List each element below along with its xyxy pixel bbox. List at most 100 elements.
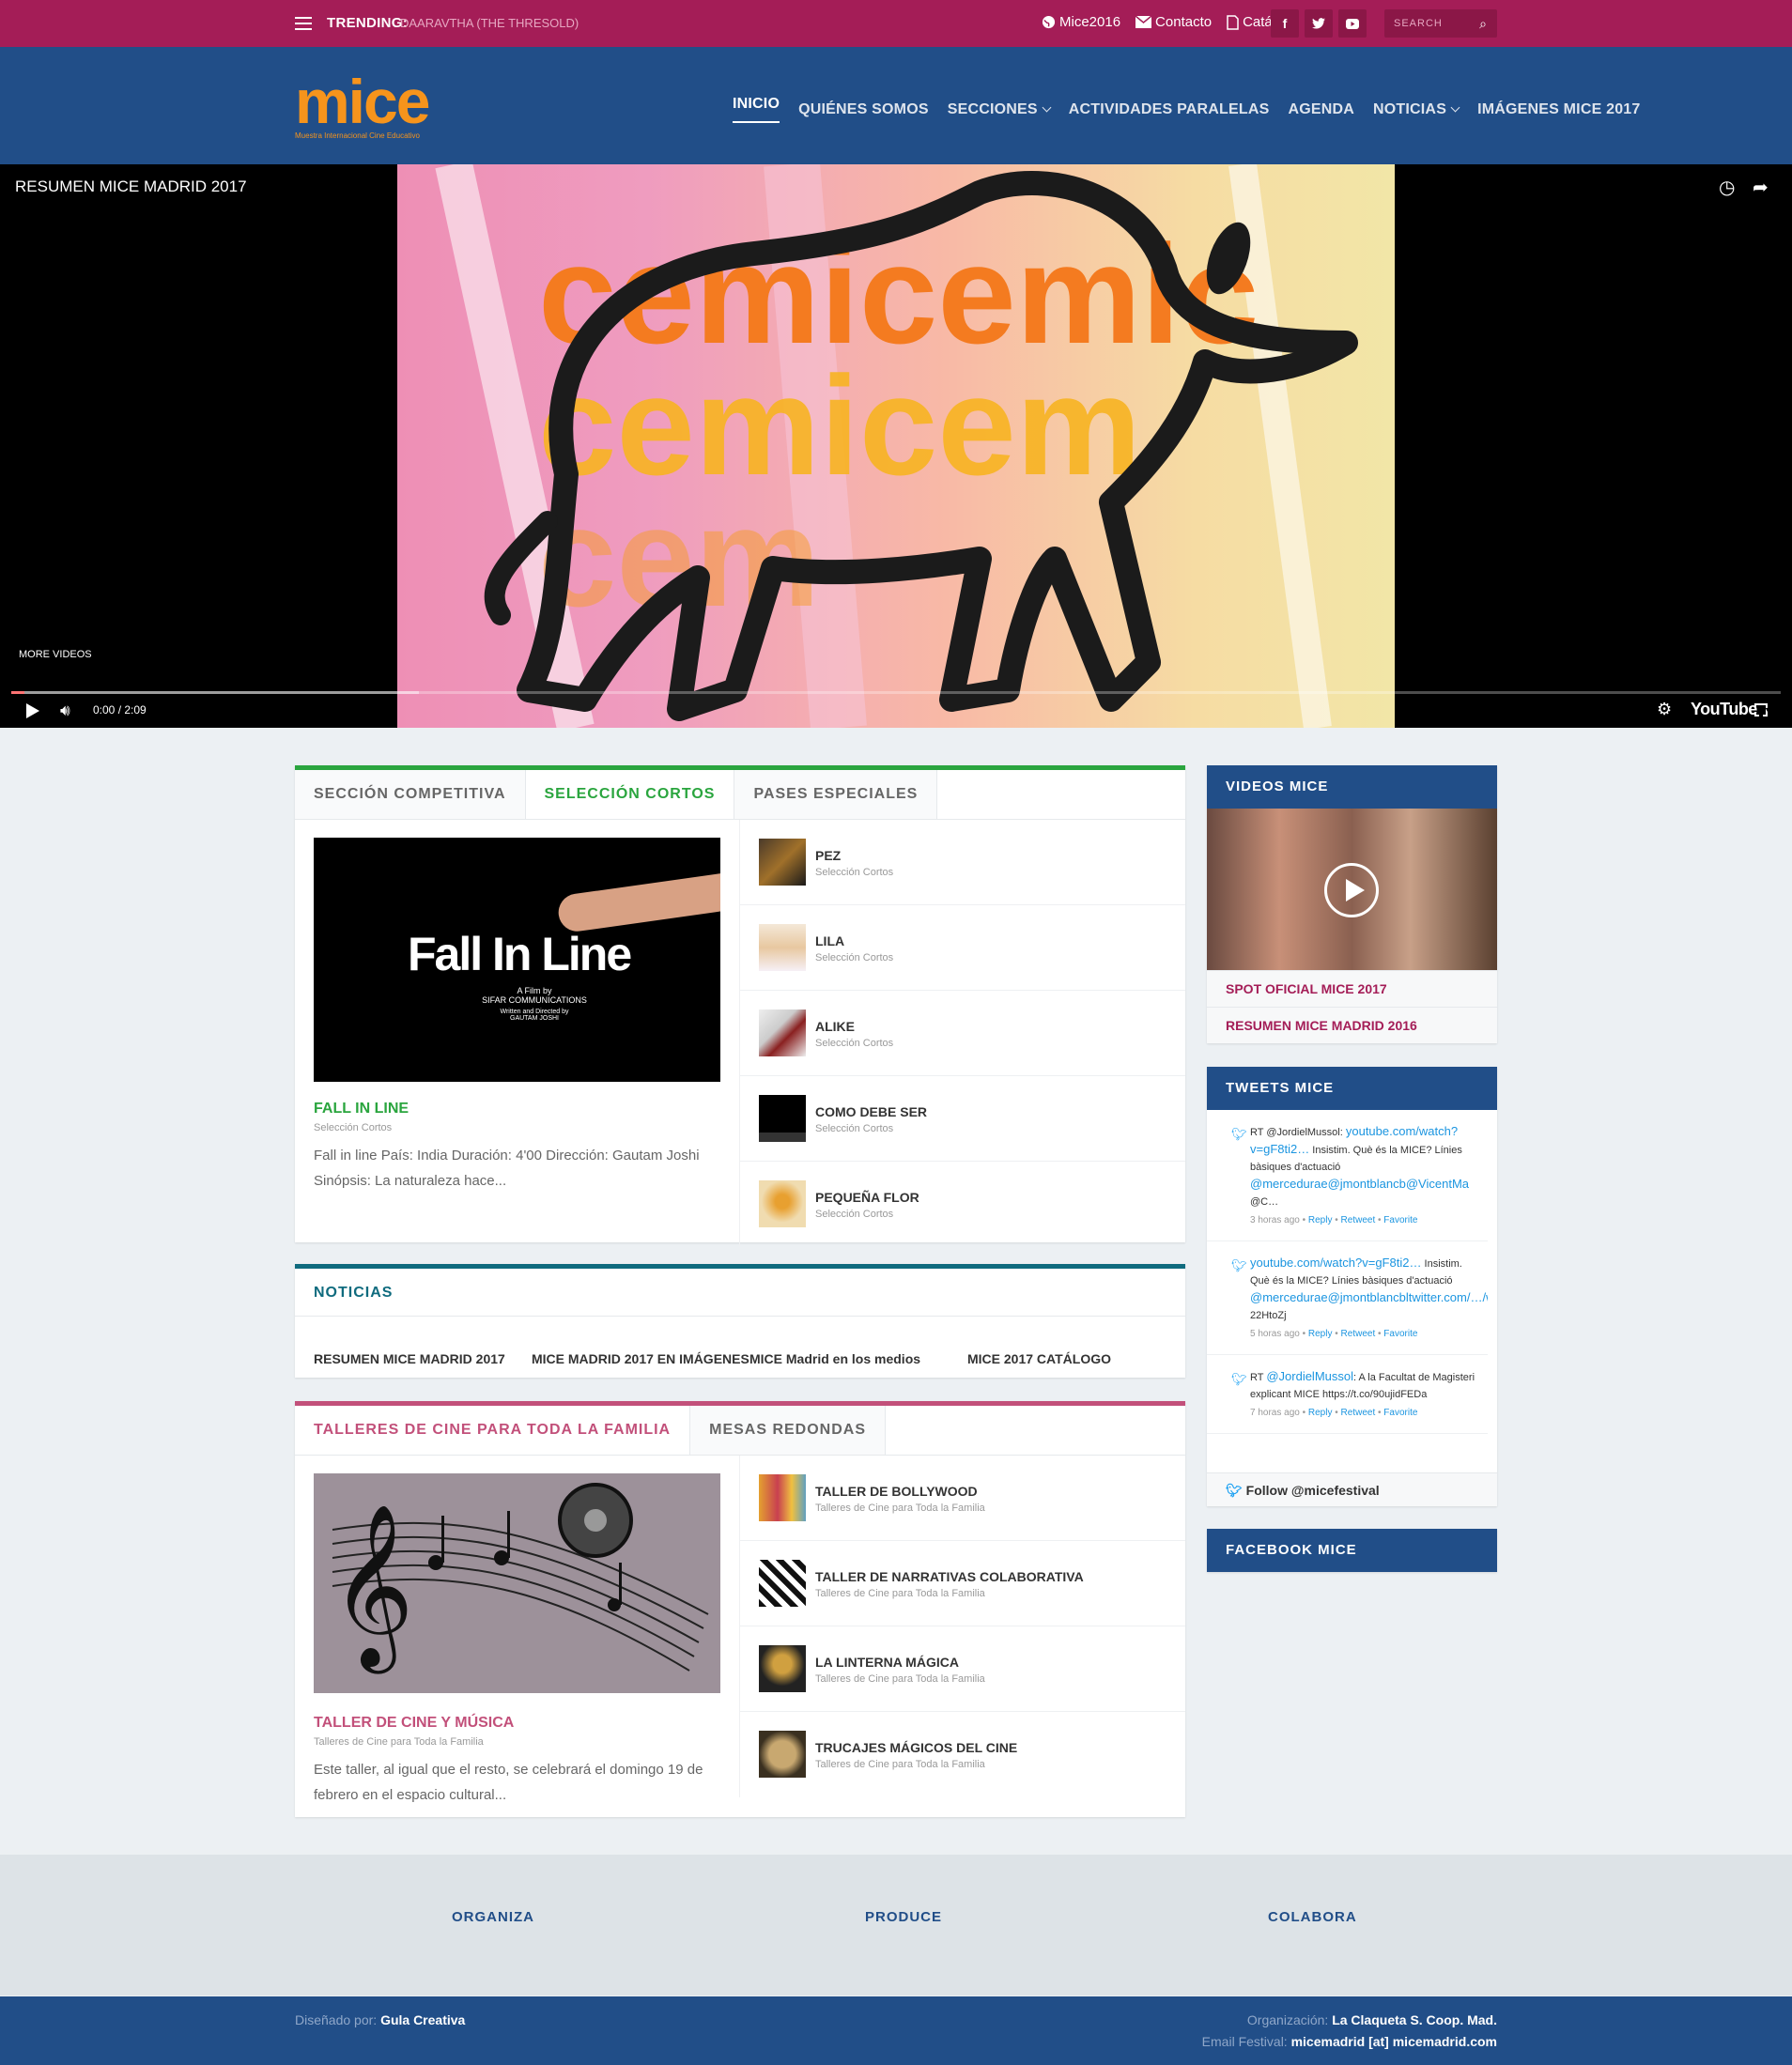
more-videos-button[interactable]: MORE VIDEOS [19, 649, 92, 660]
list-item[interactable]: PEQUEÑA FLOR Selección Cortos [739, 1162, 1185, 1247]
noticias-panel: NOTICIAS RESUMEN MICE MADRID 2017 MICE M… [295, 1264, 1185, 1378]
thumbnail[interactable] [759, 924, 806, 971]
list-item[interactable]: TALLER DE BOLLYWOOD Talleres de Cine para… [739, 1456, 1185, 1541]
list-item[interactable]: TRUCAJES MÁGICOS DEL CINE Talleres de Cin… [739, 1712, 1185, 1797]
news-link[interactable]: MICE MADRID 2017 EN IMÁGENES [532, 1351, 749, 1366]
tab-mesas-redondas[interactable]: MESAS REDONDAS [690, 1406, 887, 1455]
trending-link[interactable]: DAARAVTHA (THE THRESOLD) [400, 16, 579, 30]
featured-image[interactable]: 𝄞 [314, 1473, 720, 1693]
footer-organiza: ORGANIZA [452, 1909, 534, 1925]
news-link[interactable]: MICE 2017 CATÁLOGO [967, 1351, 1111, 1366]
retweet-link[interactable]: Retweet [1341, 1408, 1376, 1418]
org-link[interactable]: La Claqueta S. Coop. Mad. [1332, 2012, 1497, 2027]
thumbnail[interactable] [759, 839, 806, 886]
settings-icon[interactable]: ⚙ [1657, 700, 1672, 719]
sections-panel: SECCIÓN COMPETITIVA SELECCIÓN CORTOS PAS… [295, 765, 1185, 1247]
nav-noticias[interactable]: NOTICIAS [1373, 96, 1460, 123]
share-icon[interactable]: ➦ [1753, 176, 1769, 199]
featured-image[interactable]: Fall In Line A Film by SIFAR COMMUNICATI… [314, 838, 720, 1082]
nav-actividades-paralelas[interactable]: ACTIVIDADES PARALELAS [1069, 96, 1270, 123]
site-logo[interactable]: mice Muestra Internacional Cine Educativ… [295, 70, 430, 140]
footer-produce: PRODUCE [865, 1909, 943, 1925]
thumbnail[interactable] [759, 1180, 806, 1227]
tweet: 🐦︎ RT @JordielMussol: youtube.com/watch?… [1207, 1110, 1488, 1241]
list-item[interactable]: PEZ Selección Cortos [739, 820, 1185, 905]
video-thumbnail[interactable] [1207, 809, 1497, 970]
thumbnail[interactable] [759, 1095, 806, 1142]
hand-image [556, 872, 720, 934]
news-link[interactable]: MICE Madrid en los medios [749, 1351, 920, 1366]
nav-imagenes-mice-2017[interactable]: IMÁGENES MICE 2017 [1477, 96, 1640, 123]
list-item[interactable]: LA LINTERNA MÁGICA Talleres de Cine para … [739, 1626, 1185, 1712]
video-frame[interactable]: cemicemic cemicem cem [397, 164, 1395, 728]
nav-secciones[interactable]: SECCIONES [948, 96, 1052, 123]
list-item[interactable]: COMO DEBE SER Selección Cortos [739, 1076, 1185, 1162]
reply-link[interactable]: Reply [1308, 1408, 1333, 1418]
list-item[interactable]: ALIKE Selección Cortos [739, 991, 1185, 1076]
play-icon[interactable] [1324, 863, 1379, 917]
featured-category[interactable]: Selección Cortos [314, 1122, 392, 1133]
twitter-bird-icon: 🐦︎ [1231, 1127, 1247, 1141]
video-title[interactable]: RESUMEN MICE MADRID 2017 [15, 177, 247, 196]
nav-agenda[interactable]: AGENDA [1288, 96, 1354, 123]
volume-icon[interactable]: 🔊︎ [60, 701, 70, 720]
watch-later-icon[interactable]: ◷ [1719, 176, 1735, 199]
svg-text:𝄞: 𝄞 [331, 1503, 414, 1674]
reply-link[interactable]: Reply [1308, 1329, 1333, 1339]
list-item[interactable]: TALLER DE NARRATIVAS COLABORATIVA Tallere… [739, 1541, 1185, 1626]
featured-category[interactable]: Talleres de Cine para Toda la Familia [314, 1736, 484, 1748]
favorite-link[interactable]: Favorite [1383, 1329, 1417, 1339]
top-link-contacto[interactable]: Contacto [1135, 14, 1212, 30]
search-input[interactable]: SEARCH ⌕ [1384, 9, 1497, 38]
news-link[interactable]: RESUMEN MICE MADRID 2017 [314, 1351, 505, 1366]
thumbnail[interactable] [759, 1645, 806, 1692]
poster-credit-director: Written and Directed by GAUTAM JOSHI [500, 1009, 569, 1022]
thumbnail[interactable] [759, 1009, 806, 1056]
nav-quienes-somos[interactable]: QUIÉNES SOMOS [798, 96, 929, 123]
twitter-bird-icon: 🐦︎ [1231, 1372, 1247, 1386]
featured-title[interactable]: FALL IN LINE [314, 1101, 409, 1117]
video-link[interactable]: RESUMEN MICE MADRID 2016 [1207, 1007, 1497, 1043]
video-progress-bar[interactable] [11, 691, 1781, 694]
featured-excerpt: Fall in line País: India Duración: 4'00 … [314, 1148, 700, 1189]
twitter-icon[interactable] [1305, 9, 1333, 38]
video-link[interactable]: SPOT OFICIAL MICE 2017 [1207, 970, 1497, 1007]
tab-pases-especiales[interactable]: PASES ESPECIALES [734, 770, 938, 819]
youtube-logo[interactable]: YouTube [1691, 700, 1757, 719]
retweet-link[interactable]: Retweet [1341, 1329, 1376, 1339]
reply-link[interactable]: Reply [1308, 1215, 1333, 1225]
top-link-mice2016[interactable]: Mice2016 [1042, 14, 1120, 30]
widget-heading: TWEETS MICE [1207, 1067, 1497, 1110]
twitter-bird-icon: 🐦︎ [1231, 1258, 1247, 1272]
main-nav: INICIO QUIÉNES SOMOS SECCIONES ACTIVIDAD… [733, 96, 1641, 123]
youtube-icon[interactable] [1338, 9, 1367, 38]
featured-excerpt: Este taller, al igual que el resto, se c… [314, 1762, 703, 1803]
thumbnail[interactable] [759, 1731, 806, 1778]
widget-heading: FACEBOOK MICE [1207, 1529, 1497, 1572]
tab-seccion-competitiva[interactable]: SECCIÓN COMPETITIVA [295, 770, 526, 819]
email-link[interactable]: micemadrid [at] micemadrid.com [1291, 2034, 1497, 2049]
nav-inicio[interactable]: INICIO [733, 96, 780, 123]
tweet: 🐦︎ youtube.com/watch?v=gF8ti2… Insistim.… [1207, 1241, 1488, 1355]
tweets-widget: TWEETS MICE 🐦︎ RT @JordielMussol: youtub… [1207, 1067, 1497, 1506]
thumbnail[interactable] [759, 1474, 806, 1521]
play-icon[interactable] [26, 703, 39, 718]
follow-button[interactable]: 🐦︎ Follow @micefestival [1207, 1472, 1497, 1506]
favorite-link[interactable]: Favorite [1383, 1408, 1417, 1418]
facebook-icon[interactable]: f [1271, 9, 1299, 38]
video-player[interactable]: cemicemic cemicem cem RESUMEN MICE MADRI… [0, 164, 1792, 728]
widget-heading: VIDEOS MICE [1207, 765, 1497, 809]
favorite-link[interactable]: Favorite [1383, 1215, 1417, 1225]
talleres-panel: TALLERES DE CINE PARA TODA LA FAMILIA ME… [295, 1401, 1185, 1817]
tab-seleccion-cortos[interactable]: SELECCIÓN CORTOS [525, 770, 735, 819]
thumbnail[interactable] [759, 1560, 806, 1607]
retweet-link[interactable]: Retweet [1341, 1215, 1376, 1225]
menu-icon[interactable] [295, 17, 312, 30]
video-time: 0:00 / 2:09 [93, 703, 147, 717]
featured-title[interactable]: TALLER DE CINE Y MÚSICA [314, 1715, 514, 1732]
tab-talleres[interactable]: TALLERES DE CINE PARA TODA LA FAMILIA [295, 1406, 691, 1455]
search-icon[interactable]: ⌕ [1479, 9, 1488, 38]
designer-link[interactable]: Gula Creativa [380, 2012, 465, 2027]
list-item[interactable]: LILA Selección Cortos [739, 905, 1185, 991]
chevron-down-icon [1450, 102, 1460, 113]
